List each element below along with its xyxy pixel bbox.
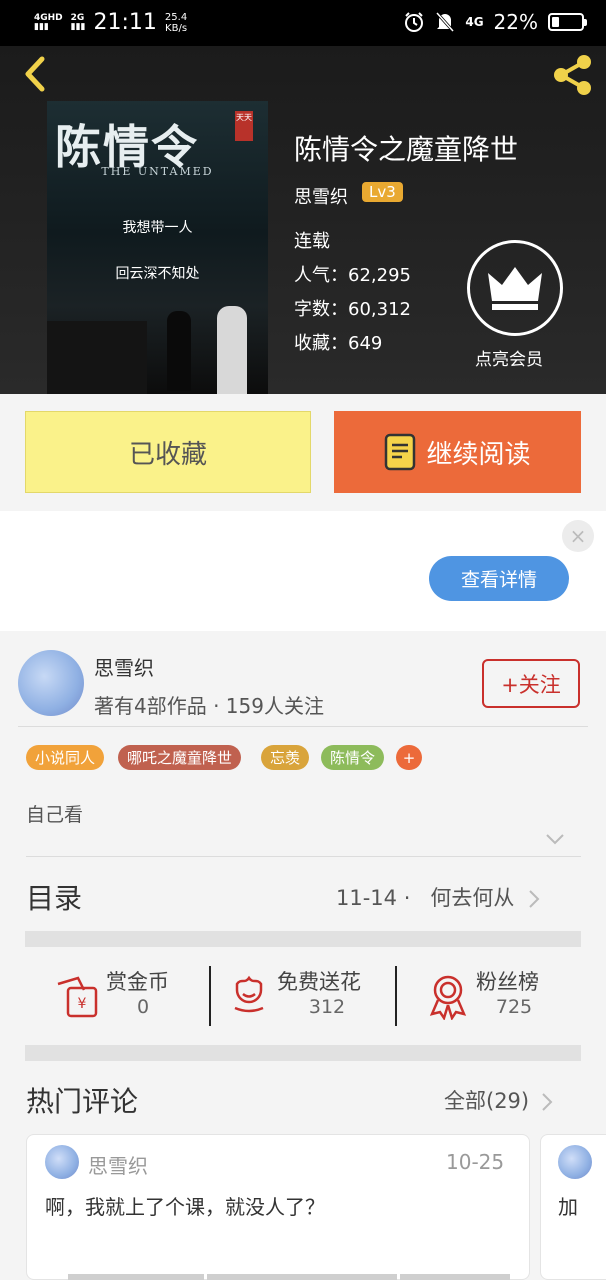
scroll-indicator <box>400 1274 510 1280</box>
author-avatar[interactable] <box>18 650 84 716</box>
cover-figure-light <box>217 306 247 394</box>
battery-percent: 22% <box>493 10 538 34</box>
book-author[interactable]: 思雪织 <box>294 183 348 209</box>
all-comments-link[interactable]: 全部(29) <box>444 1085 554 1115</box>
medal-icon <box>429 975 467 1020</box>
status-left: 4GHD ▮▮▮ 2G ▮▮▮ 21:11 25.4 KB/s <box>34 10 187 35</box>
stat-label: 赏金币 <box>106 970 169 994</box>
favorited-label: 已收藏 <box>128 439 207 470</box>
author-stats: 著有4部作品 · 159人关注 <box>94 694 324 718</box>
cover-subtitle: THE UNTAMED <box>101 165 214 178</box>
status-bar: 4GHD ▮▮▮ 2G ▮▮▮ 21:11 25.4 KB/s 4G 22% <box>0 0 606 46</box>
vip-button[interactable] <box>467 240 563 336</box>
close-icon: × <box>569 524 587 548</box>
flower-icon <box>234 975 264 1013</box>
book-cover[interactable]: 陈情令 天天 THE UNTAMED 我想带一人 回云深不知处 <box>47 101 268 394</box>
chevron-right-icon <box>529 890 540 908</box>
tag-chip[interactable]: 陈情令 <box>321 745 385 770</box>
all-comments-label: 全部(29) <box>444 1089 530 1113</box>
book-word-count: 字数：60,312 <box>294 299 411 320</box>
toc-label[interactable]: 目录 <box>26 877 82 917</box>
hot-comments-title: 热门评论 <box>26 1085 139 1118</box>
status-right: 4G 22% <box>403 10 587 34</box>
author-name[interactable]: 思雪织 <box>94 652 154 681</box>
follow-button[interactable]: +关注 <box>482 659 580 708</box>
book-favorites: 收藏：649 <box>294 333 383 354</box>
signal-1-indicator: 4GHD ▮▮▮ <box>34 12 63 32</box>
favorited-button[interactable]: 已收藏 <box>25 411 311 493</box>
signal-2-indicator: 2G ▮▮▮ <box>70 12 86 32</box>
commenter-avatar[interactable] <box>45 1145 79 1179</box>
book-description: 自己看 <box>26 804 84 826</box>
book-icon <box>385 433 416 471</box>
continue-reading-button[interactable]: 继续阅读 <box>334 411 581 493</box>
divider <box>395 966 397 1026</box>
tag-label: 哪吒之魔童降世 <box>127 749 233 767</box>
stat-label: 免费送花 <box>277 970 361 994</box>
toc-latest-text: 11-14 · 何去何从 <box>336 886 515 910</box>
commenter-avatar[interactable] <box>558 1145 592 1179</box>
cover-line-1: 我想带一人 <box>122 220 193 236</box>
view-details-button[interactable]: 查看详情 <box>429 556 569 601</box>
tag-chip[interactable]: 哪吒之魔童降世 <box>118 745 242 770</box>
tag-label: 忘羡 <box>270 749 301 767</box>
share-icon[interactable] <box>550 52 596 98</box>
continue-reading-label: 继续阅读 <box>426 439 531 470</box>
cover-figure-dark <box>167 311 191 391</box>
book-title: 陈情令之魔童降世 <box>294 133 519 166</box>
network-type: 4G <box>465 15 484 29</box>
comment-text: 加 <box>558 1195 578 1219</box>
mute-icon <box>436 12 455 32</box>
coin-envelope-icon: ¥ <box>57 976 98 1018</box>
divider <box>26 856 581 857</box>
clock: 21:11 <box>93 10 157 35</box>
chevron-right-icon <box>542 1093 553 1111</box>
stat-value: 312 <box>308 996 346 1018</box>
tag-label: 小说同人 <box>35 749 96 767</box>
vip-label[interactable]: 点亮会员 <box>475 345 543 370</box>
crown-icon <box>488 267 542 310</box>
back-arrow-icon[interactable] <box>18 54 54 94</box>
tag-chip[interactable]: 忘羡 <box>261 745 310 770</box>
stat-value: 0 <box>136 996 150 1018</box>
section-separator <box>25 1045 581 1061</box>
cover-line-2: 回云深不知处 <box>115 266 200 282</box>
follow-label: +关注 <box>501 672 561 697</box>
comment-date: 10-25 <box>446 1150 505 1174</box>
divider <box>18 726 588 727</box>
book-status: 连载 <box>294 231 330 252</box>
commenter-name[interactable]: 思雪织 <box>88 1150 148 1179</box>
stat-label: 粉丝榜 <box>476 970 539 994</box>
network-speed: 25.4 KB/s <box>164 11 188 34</box>
scroll-indicator <box>68 1274 204 1280</box>
stat-value: 725 <box>495 996 533 1018</box>
divider <box>209 966 211 1026</box>
tag-label: 陈情令 <box>330 749 376 767</box>
comment-text: 啊，我就上了个课，就没人了？ <box>45 1195 325 1219</box>
svg-text:¥: ¥ <box>78 996 87 1012</box>
view-details-label: 查看详情 <box>460 569 537 591</box>
add-tag-button[interactable]: + <box>396 745 422 770</box>
section-separator <box>25 931 581 947</box>
battery-icon <box>548 13 587 31</box>
book-popularity: 人气：62,295 <box>294 265 411 286</box>
alarm-icon <box>405 12 424 32</box>
tag-chip[interactable]: 小说同人 <box>26 745 105 770</box>
cover-building <box>47 321 147 394</box>
scroll-indicator <box>207 1274 397 1280</box>
cover-seal: 天天 <box>235 111 253 141</box>
ad-close-button[interactable]: × <box>562 520 594 552</box>
author-level-badge: Lv3 <box>362 182 403 202</box>
toc-latest-chapter[interactable]: 11-14 · 何去何从 <box>336 882 541 912</box>
chevron-down-icon[interactable] <box>545 832 565 846</box>
add-tag-label: + <box>402 748 416 767</box>
